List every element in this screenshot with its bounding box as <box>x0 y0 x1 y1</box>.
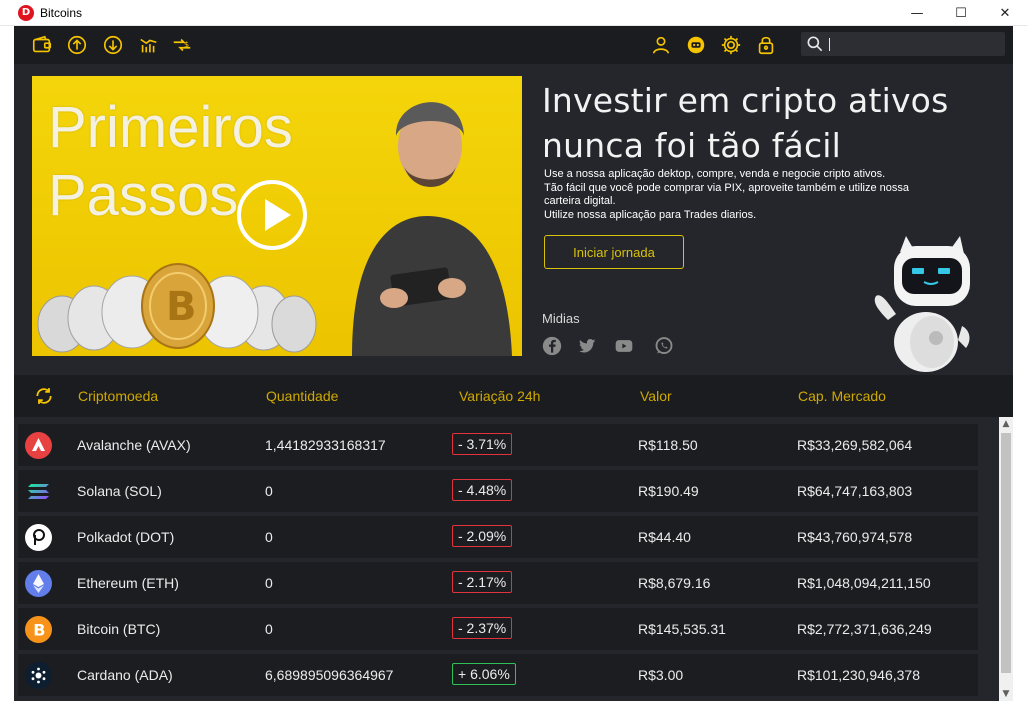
mascot-icon[interactable] <box>685 34 707 56</box>
change-badge: - 2.17% <box>452 571 513 593</box>
coin-market-cap: R$43,760,974,578 <box>797 529 913 545</box>
media-label: Midias <box>542 311 580 326</box>
coin-quantity: 0 <box>265 529 273 545</box>
table-header: Criptomoeda Quantidade Variação 24h Valo… <box>14 375 1013 417</box>
cardano-icon <box>25 662 52 689</box>
coin-name: Cardano (ADA) <box>77 667 173 683</box>
change-badge: - 2.09% <box>452 525 513 547</box>
close-button[interactable]: ✕ <box>983 0 1027 26</box>
search-icon[interactable] <box>805 34 825 54</box>
upload-icon[interactable] <box>66 34 88 56</box>
table-row[interactable]: Solana (SOL) 0 - 4.48% R$190.49 R$64,747… <box>18 470 978 512</box>
coin-market-cap: R$1,048,094,211,150 <box>797 575 931 591</box>
download-icon[interactable] <box>102 34 124 56</box>
coin-name: Ethereum (ETH) <box>77 575 179 591</box>
col-header-market-cap[interactable]: Cap. Mercado <box>798 388 886 404</box>
coin-quantity: 0 <box>265 483 273 499</box>
play-button[interactable] <box>237 180 307 250</box>
table-scrollbar[interactable]: ▲ ▼ <box>999 417 1013 701</box>
window-titlebar: D Bitcoins — ☐ ✕ <box>0 0 1027 26</box>
coin-name: Avalanche (AVAX) <box>77 437 191 453</box>
polkadot-icon <box>25 524 52 551</box>
table-row[interactable]: Avalanche (AVAX) 1,44182933168317 - 3.71… <box>18 424 978 466</box>
crypto-table: Avalanche (AVAX) 1,44182933168317 - 3.71… <box>14 417 1013 701</box>
coin-market-cap: R$64,747,163,803 <box>797 483 913 499</box>
avalanche-icon <box>25 432 52 459</box>
coins-illustration: B <box>37 263 317 353</box>
start-journey-button[interactable]: Iniciar jornada <box>544 235 684 269</box>
search-input[interactable] <box>829 34 999 54</box>
app-window: $ Primeiros Passos B Investir em cripto … <box>14 26 1013 701</box>
youtube-icon[interactable] <box>614 336 634 356</box>
coin-market-cap: R$2,772,371,636,249 <box>797 621 932 637</box>
scroll-up-arrow-icon[interactable]: ▲ <box>999 417 1013 431</box>
coin-value: R$190.49 <box>638 483 699 499</box>
exchange-icon[interactable]: $ <box>171 34 193 56</box>
hero-desc-line-2: Tão fácil que você pode comprar via PIX,… <box>544 181 910 194</box>
coin-quantity: 0 <box>265 621 273 637</box>
svg-text:B: B <box>166 284 197 330</box>
window-controls: — ☐ ✕ <box>895 0 1027 26</box>
banner-line-1: Primeiros <box>48 95 293 160</box>
svg-text:B: B <box>33 621 45 640</box>
col-header-quantity[interactable]: Quantidade <box>266 388 338 404</box>
coin-market-cap: R$101,230,946,378 <box>797 667 920 683</box>
coin-quantity: 6,689895096364967 <box>265 667 394 683</box>
table-row[interactable]: Polkadot (DOT) 0 - 2.09% R$44.40 R$43,76… <box>18 516 978 558</box>
change-badge: + 6.06% <box>452 663 516 685</box>
coin-value: R$8,679.16 <box>638 575 711 591</box>
hero-title: Investir em cripto ativos nunca foi tão … <box>542 78 982 168</box>
coin-value: R$3.00 <box>638 667 684 683</box>
hero-title-line-1: Investir em cripto ativos <box>542 81 949 120</box>
coin-market-cap: R$33,269,582,064 <box>797 437 913 453</box>
col-header-coin[interactable]: Criptomoeda <box>78 388 158 404</box>
coin-value: R$118.50 <box>638 437 698 453</box>
video-banner[interactable]: Primeiros Passos B <box>32 76 522 356</box>
hero-desc-line-1: Use a nossa aplicação dektop, compre, ve… <box>544 168 886 180</box>
maximize-button[interactable]: ☐ <box>939 0 983 26</box>
change-badge: - 3.71% <box>452 433 513 455</box>
hero-title-line-2: nunca foi tão fácil <box>542 126 842 165</box>
ethereum-icon <box>25 570 52 597</box>
lock-icon[interactable] <box>755 34 777 56</box>
wallet-icon[interactable] <box>31 34 53 56</box>
coin-value: R$145,535.31 <box>638 621 726 637</box>
scroll-thumb[interactable] <box>1001 433 1011 673</box>
chart-icon[interactable] <box>138 34 160 56</box>
col-header-change[interactable]: Variação 24h <box>459 388 540 404</box>
coin-name: Polkadot (DOT) <box>77 529 175 545</box>
coin-quantity: 1,44182933168317 <box>265 437 386 453</box>
gear-icon[interactable] <box>720 34 742 56</box>
toolbar: $ <box>14 26 1013 64</box>
solana-icon <box>25 478 52 505</box>
coin-name: Bitcoin (BTC) <box>77 621 161 637</box>
hero-desc-line-4: Utilize nossa aplicação para Trades diar… <box>544 208 757 221</box>
search-box[interactable] <box>801 32 1005 56</box>
hero-description: Use a nossa aplicação dektop, compre, ve… <box>544 168 944 222</box>
facebook-icon[interactable] <box>542 336 562 356</box>
bitcoin-icon: B <box>25 616 52 643</box>
change-badge: - 2.37% <box>452 617 513 639</box>
hero-desc-line-3: carteira digital. <box>544 195 616 207</box>
twitter-icon[interactable] <box>577 336 597 356</box>
user-icon[interactable] <box>650 34 672 56</box>
coin-name: Solana (SOL) <box>77 483 162 499</box>
refresh-icon[interactable] <box>34 386 54 406</box>
col-header-value[interactable]: Valor <box>640 388 672 404</box>
whatsapp-icon[interactable] <box>654 336 674 356</box>
scroll-down-arrow-icon[interactable]: ▼ <box>999 687 1013 701</box>
coin-value: R$44.40 <box>638 529 691 545</box>
window-title: Bitcoins <box>40 5 83 20</box>
person-illustration <box>352 102 512 356</box>
table-row[interactable]: Ethereum (ETH) 0 - 2.17% R$8,679.16 R$1,… <box>18 562 978 604</box>
table-row[interactable]: Cardano (ADA) 6,689895096364967 + 6.06% … <box>18 654 978 696</box>
app-logo-icon: D <box>18 4 34 21</box>
robot-mascot <box>874 236 970 372</box>
coin-quantity: 0 <box>265 575 273 591</box>
change-badge: - 4.48% <box>452 479 513 501</box>
svg-text:$: $ <box>184 39 189 49</box>
table-row[interactable]: B Bitcoin (BTC) 0 - 2.37% R$145,535.31 R… <box>18 608 978 650</box>
minimize-button[interactable]: — <box>895 0 939 26</box>
hero-section: Primeiros Passos B Investir em cripto at… <box>14 64 1013 375</box>
